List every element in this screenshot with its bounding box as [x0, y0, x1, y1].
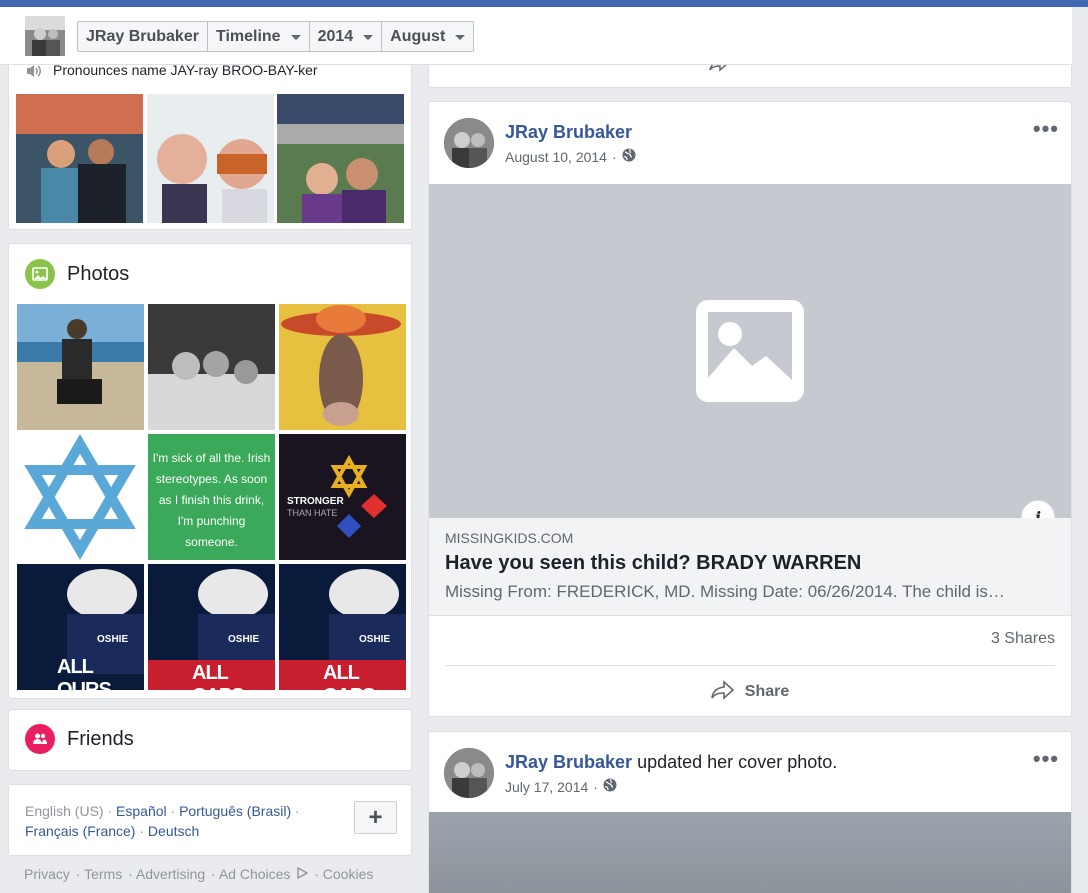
- globe-icon: [622, 148, 636, 165]
- post-headline: JRay Brubaker updated her cover photo.: [505, 752, 837, 773]
- post-avatar[interactable]: [444, 118, 494, 168]
- share-icon: [710, 679, 735, 705]
- photo-donkey-sombrero[interactable]: [279, 304, 406, 430]
- language-list: English (US) · Español · Português (Bras…: [25, 803, 300, 839]
- photo-all-caps-1[interactable]: OSHIE ALL CAPS: [148, 564, 275, 690]
- top-blue-strip: [0, 0, 1088, 7]
- link-image-placeholder[interactable]: [429, 184, 1071, 518]
- link-description: Missing From: FREDERICK, MD. Missing Dat…: [445, 582, 1005, 601]
- year-label: 2014: [317, 27, 354, 45]
- photos-header[interactable]: Photos: [25, 259, 129, 289]
- more-options-icon[interactable]: •••: [1033, 116, 1059, 142]
- all-caps-text-2: ALL CAPS: [323, 662, 376, 690]
- post-meta: August 10, 2014 ·: [505, 148, 636, 165]
- friends-title: Friends: [67, 727, 134, 750]
- post-date[interactable]: August 10, 2014: [505, 149, 607, 165]
- photos-title: Photos: [67, 262, 130, 285]
- ad-choices-icon: [296, 866, 309, 882]
- month-dropdown[interactable]: August: [382, 22, 473, 51]
- chevron-down-icon: [290, 35, 301, 40]
- footer-advertising[interactable]: Advertising: [136, 866, 205, 882]
- all-caps-text-1: ALL CAPS: [192, 662, 245, 690]
- tab-timeline-label: Timeline: [215, 27, 281, 45]
- intro-photo-1[interactable]: [16, 94, 143, 223]
- post-author[interactable]: JRay Brubaker: [505, 752, 632, 772]
- than-hate-text: THAN HATE: [287, 508, 338, 518]
- photo-friends-bw[interactable]: [148, 304, 275, 430]
- link-preview[interactable]: MISSINGKIDS.COM Have you seen this child…: [429, 518, 1071, 616]
- language-link-de[interactable]: Deutsch: [148, 823, 199, 839]
- photos-icon: [25, 259, 55, 289]
- irish-quote-text: I'm sick of all the. Irish stereotypes. …: [152, 451, 271, 549]
- more-options-icon[interactable]: •••: [1033, 746, 1059, 772]
- link-title: Have you seen this child? BRADY WARREN: [445, 552, 862, 574]
- stronger-text: STRONGER: [287, 496, 344, 507]
- header-avatar[interactable]: [25, 16, 65, 56]
- chevron-down-icon: [455, 35, 466, 40]
- language-link-es[interactable]: Español: [116, 803, 167, 819]
- friends-icon: [25, 724, 55, 754]
- intro-card: Pronounces name JAY-ray BROO-BAY-ker: [8, 48, 412, 230]
- oshie-text-1: OSHIE: [97, 634, 129, 645]
- post-author[interactable]: JRay Brubaker: [505, 122, 632, 143]
- post-missing-child: JRay Brubaker August 10, 2014 · ••• i MI…: [428, 101, 1072, 717]
- globe-icon: [603, 778, 617, 795]
- post-cover-photo: JRay Brubaker updated her cover photo. J…: [428, 731, 1072, 893]
- tab-timeline[interactable]: Timeline: [208, 22, 310, 51]
- month-label: August: [390, 27, 446, 45]
- year-dropdown[interactable]: 2014: [310, 22, 383, 51]
- post-date[interactable]: July 17, 2014: [505, 779, 588, 795]
- post-avatar[interactable]: [444, 748, 494, 798]
- chevron-down-icon: [363, 35, 374, 40]
- intro-photo-3[interactable]: [277, 94, 404, 223]
- all-ours-text: ALL OURS: [57, 656, 112, 690]
- footer-terms[interactable]: Terms: [84, 866, 122, 882]
- photo-irish-quote[interactable]: I'm sick of all the. Irish stereotypes. …: [148, 434, 275, 560]
- photo-all-ours[interactable]: OSHIE ALL OURS: [17, 564, 144, 690]
- footer-links: Privacy · Terms · Advertising · Ad Choic…: [24, 866, 374, 882]
- timeline-selector: JRay Brubaker Timeline 2014 August: [77, 21, 475, 52]
- footer-cookies[interactable]: Cookies: [323, 866, 374, 882]
- shares-count[interactable]: 3 Shares: [991, 630, 1055, 648]
- speaker-icon[interactable]: [25, 63, 45, 77]
- language-link-fr[interactable]: Français (France): [25, 823, 135, 839]
- link-domain: MISSINGKIDS.COM: [445, 530, 574, 546]
- share-button[interactable]: Share: [429, 674, 1071, 710]
- photo-all-caps-2[interactable]: OSHIE ALL CAPS: [279, 564, 406, 690]
- footer-ad-choices[interactable]: Ad Choices: [219, 866, 291, 882]
- language-link-pt[interactable]: Português (Brasil): [179, 803, 291, 819]
- intro-photo-2[interactable]: [147, 94, 274, 223]
- photo-beach-dog[interactable]: [17, 304, 144, 430]
- photos-card: Photos I'm sick of all the. Irish stereo…: [8, 243, 412, 699]
- footer-privacy[interactable]: Privacy: [24, 866, 70, 882]
- language-current: English (US): [25, 803, 104, 819]
- friends-header[interactable]: Friends: [25, 724, 134, 754]
- share-label: Share: [744, 683, 790, 700]
- oshie-text-2: OSHIE: [228, 634, 260, 645]
- post-meta: July 17, 2014 ·: [505, 778, 617, 795]
- post-action: updated her cover photo.: [637, 752, 838, 772]
- timeline-header: JRay Brubaker Timeline 2014 August: [0, 7, 1072, 65]
- photo-star-of-david[interactable]: [17, 434, 144, 560]
- image-placeholder-icon: [696, 300, 804, 402]
- photo-stronger-than-hate[interactable]: STRONGER THAN HATE: [279, 434, 406, 560]
- language-card: English (US) · Español · Português (Bras…: [8, 784, 412, 856]
- add-language-button[interactable]: +: [354, 801, 397, 834]
- cover-photo[interactable]: [429, 812, 1071, 893]
- post-divider: [445, 665, 1055, 666]
- friends-card: Friends: [8, 709, 412, 771]
- oshie-text-3: OSHIE: [359, 634, 391, 645]
- header-name-link[interactable]: JRay Brubaker: [78, 22, 208, 51]
